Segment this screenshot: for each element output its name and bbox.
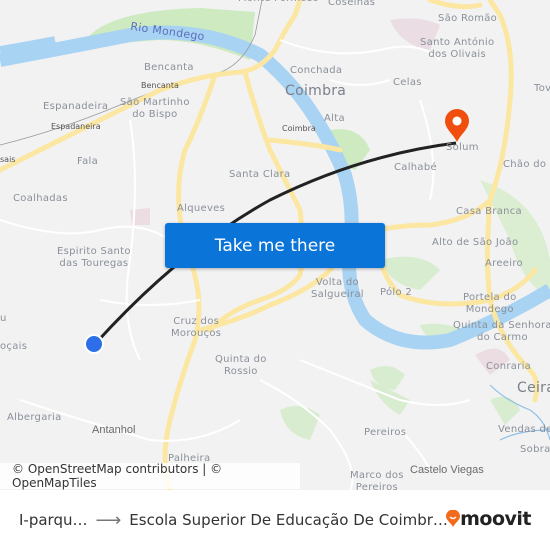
- map-label: Alqueves: [177, 203, 226, 214]
- map-label: Ceira: [517, 380, 550, 396]
- map-label: Albergaria: [7, 412, 62, 423]
- map-label: Bencanta: [144, 62, 194, 73]
- map-label: Quinta do Rossio: [215, 354, 267, 377]
- map-label: Monte Formoso: [238, 0, 319, 5]
- arrow-right-icon: ⟶: [95, 509, 122, 531]
- moovit-wordmark: moovit: [460, 508, 531, 530]
- map-label: Fala: [77, 156, 99, 167]
- map-label: São Romão: [438, 13, 498, 24]
- route-footer: I-parqu… ⟶ Escola Superior De Educação D…: [0, 490, 550, 550]
- map-label: Pólo 2: [380, 287, 413, 298]
- origin-name: I-parqu…: [19, 511, 88, 529]
- station-label: sais: [0, 155, 16, 164]
- map-label: Areeiro: [485, 258, 523, 269]
- map-label: Celas: [393, 77, 422, 88]
- map-label: Espirito Santo das Touregas: [57, 246, 131, 269]
- map-label: Pereiros: [364, 427, 407, 438]
- moovit-pin-icon: [446, 510, 461, 527]
- map-label: Santa Clara: [229, 169, 291, 180]
- station-label: Bencanta: [141, 81, 179, 90]
- map-label: Coselhas: [328, 0, 376, 8]
- map-label: Santo António dos Olivais: [420, 37, 495, 60]
- map-label: Volta do Salgueiral: [311, 277, 364, 300]
- map-label: Antanhol: [92, 424, 136, 436]
- map-label: Conraria: [486, 361, 532, 372]
- map-label: Marco dos Pereiros: [350, 470, 404, 490]
- map-label: Sobra: [520, 444, 550, 455]
- station-label: Espadaneira: [51, 122, 101, 131]
- destination-name: Escola Superior De Educação De Coimbr…: [129, 511, 448, 529]
- map-label: u: [0, 313, 7, 324]
- map-label: Tov: [534, 83, 550, 94]
- map-label: Espanadeira: [43, 101, 109, 112]
- map-label: Coalhadas: [13, 193, 68, 204]
- map-label: São Martinho do Bispo: [120, 97, 190, 120]
- map-label: Solum: [446, 142, 479, 153]
- map-label: Castelo Viegas: [410, 464, 484, 476]
- map-label: Quinta da Senhora do Carmo: [453, 320, 550, 343]
- map-label: Vendas de: [498, 424, 550, 435]
- map-label: Alta: [324, 113, 345, 124]
- city-label: Coimbra: [285, 83, 347, 99]
- map-label: oçais: [0, 341, 28, 352]
- origin-marker[interactable]: [84, 334, 104, 354]
- take-me-there-button[interactable]: Take me there: [165, 223, 385, 268]
- map[interactable]: Monte Formoso Coselhas São Romão Santo A…: [0, 0, 550, 490]
- map-label: Cruz dos Morouços: [171, 316, 222, 339]
- map-attribution[interactable]: © OpenStreetMap contributors | © OpenMap…: [0, 462, 300, 490]
- moovit-logo: moovit: [446, 508, 531, 530]
- map-label: Casa Branca: [456, 206, 522, 217]
- map-label: Portela do Mondego: [463, 292, 517, 315]
- station-label: Coimbra: [282, 124, 316, 133]
- map-label: Conchada: [290, 65, 343, 76]
- destination-pin-icon[interactable]: [444, 109, 470, 143]
- map-label: Calhabé: [394, 162, 437, 173]
- map-label: Chão do: [503, 159, 547, 170]
- map-label: Alto de São João: [432, 237, 519, 248]
